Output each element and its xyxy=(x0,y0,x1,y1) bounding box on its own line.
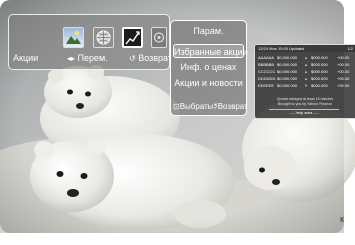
stock-change: $000.000 xyxy=(311,62,328,67)
return-icon: ↺ xyxy=(211,102,218,111)
news-icon[interactable] xyxy=(151,27,167,48)
menu-item-favorite-stocks[interactable]: Избранные акции xyxy=(173,44,248,58)
stock-price: $0.000.000 xyxy=(277,83,298,88)
left-right-arrows-icon: ◂▸ xyxy=(67,54,76,63)
return-label: Возврат xyxy=(138,53,172,63)
move-hint: ◂▸ Перем. xyxy=(67,52,108,65)
stock-price: $0.000.000 xyxy=(277,69,298,74)
photo-icon[interactable] xyxy=(63,27,84,48)
svg-text:к: к xyxy=(340,214,344,224)
stock-symbol: EEEEEE xyxy=(258,83,275,88)
stock-percent: +00.00 xyxy=(337,69,350,74)
select-hint: ⊡Выбрать xyxy=(173,101,212,113)
stock-change: $000.000 xyxy=(311,69,328,74)
ticker-row: DDDDDD $0.000.000 ▲ $000.000 +00.00 xyxy=(258,76,354,82)
return-icon: ↺ xyxy=(129,54,136,63)
disclaimer-line-2: Brought to you by Yahoo! Finance xyxy=(277,102,332,106)
widget-bar: Акции ◂▸ Перем. ↺ Возврат xyxy=(8,14,172,70)
widget-bar-hints: Акции ◂▸ Перем. ↺ Возврат xyxy=(9,51,172,67)
stock-percent: +00.00 xyxy=(337,76,350,81)
up-arrow-icon: ▲ xyxy=(304,62,308,67)
ticker-row: EEEEEE $0.000.000 ▼ $000.000 +00.00 xyxy=(258,83,354,89)
stocks-chart-icon[interactable] xyxy=(122,27,143,48)
stock-price: $0.000.000 xyxy=(277,76,298,81)
enter-icon: ⊡ xyxy=(173,102,180,111)
settings-menu-title: Парам. xyxy=(193,26,224,36)
stock-symbol: BBBBBB xyxy=(258,62,275,67)
return-hint: ↺ Возврат xyxy=(129,52,172,65)
stock-symbol: AAAAAA xyxy=(258,55,275,60)
stock-percent: +00.00 xyxy=(337,55,350,60)
stock-change: $000.000 xyxy=(311,55,328,60)
stock-percent: +00.00 xyxy=(337,62,350,67)
stock-symbol: CCCCCC xyxy=(258,69,276,74)
ticker-header: 12/24 Mon 15:00 Updated 1/2 xyxy=(255,45,355,52)
stocks-label: Акции xyxy=(13,53,39,63)
select-label: Выбрать xyxy=(179,102,212,111)
stock-price: $0.000.000 xyxy=(277,62,298,67)
ticker-row: BBBBBB $0.000.000 ▲ $000.000 +00.00 xyxy=(258,62,354,68)
ticker-page-indicator: 1/2 xyxy=(347,46,353,51)
menu-item-price-info[interactable]: Инф. о ценах xyxy=(173,60,244,74)
settings-menu: Парам. Избранные акции Инф. о ценах Акци… xyxy=(170,20,248,116)
down-arrow-icon: ▼ xyxy=(304,83,308,88)
stock-price: $0.000.000 xyxy=(277,55,298,60)
menu-item-stocks-and-news[interactable]: Акции и новости xyxy=(173,76,244,90)
settings-menu-hints: ⊡Выбрать ↺Возврат xyxy=(171,101,248,113)
return-label: Возврат xyxy=(217,102,248,111)
ticker-row: CCCCCC $0.000.000 ▲ $000.000 +00.00 xyxy=(258,69,354,75)
help-area: ---- help area ---- xyxy=(269,109,339,115)
stock-ticker-panel: 12/24 Mon 15:00 Updated 1/2 AAAAAA $0.00… xyxy=(254,44,355,119)
up-arrow-icon: ▲ xyxy=(304,69,308,74)
globe-icon[interactable] xyxy=(93,27,114,48)
move-label: Перем. xyxy=(77,53,108,63)
up-arrow-icon: ▲ xyxy=(304,76,308,81)
ticker-row: AAAAAA $0.000.000 ▲ $000.000 +00.00 xyxy=(258,55,354,61)
stock-percent: +00.00 xyxy=(337,83,350,88)
stock-change: $000.000 xyxy=(311,76,328,81)
return-hint: ↺Возврат xyxy=(211,101,248,113)
up-arrow-icon: ▲ xyxy=(304,55,308,60)
stock-change: $000.000 xyxy=(311,83,328,88)
quote-disclaimer: Quotes delayed at least 15 minutes Broug… xyxy=(255,97,355,107)
tv-screen: к Акции ◂▸ Перем. ↺ Возврат Парам. Избра… xyxy=(0,0,355,245)
ticker-timestamp: 12/24 Mon 15:00 Updated xyxy=(258,46,305,51)
stock-symbol: DDDDDD xyxy=(258,76,276,81)
